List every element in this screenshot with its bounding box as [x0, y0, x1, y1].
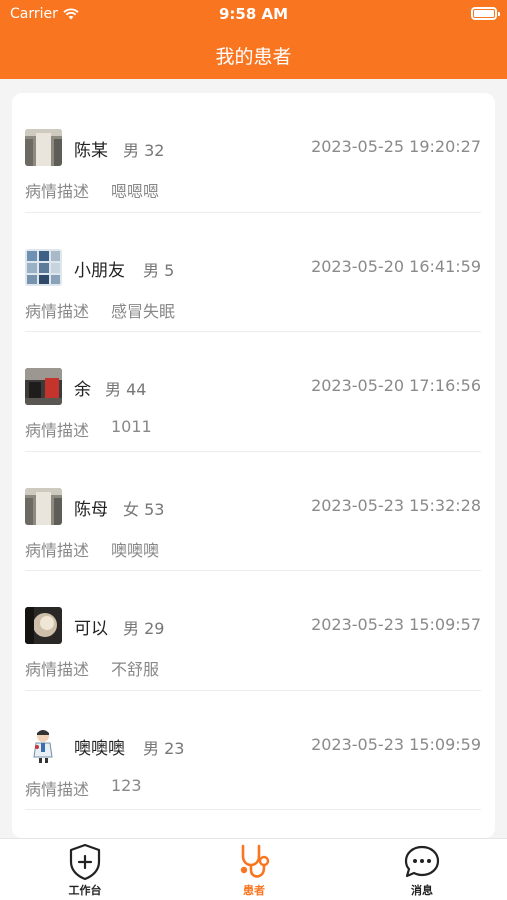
patient-avatar [25, 487, 62, 525]
description-label: 病情描述 [25, 421, 90, 440]
patient-name: 可以 [74, 619, 108, 639]
tab-workbench-label: 工作台 [68, 884, 102, 897]
patient-gender-age: 男 5 [143, 260, 175, 280]
description-label: 病情描述 [25, 540, 90, 560]
patient-name: 小朋友 [74, 260, 125, 281]
tab-patients-label: 患者 [243, 884, 265, 897]
patient-gender-age: 男 23 [143, 738, 185, 758]
patient-date: 2023-05-23 15:32:28 [311, 495, 481, 515]
patient-gender-age: 男 44 [105, 380, 147, 399]
patient-gender-age: 男 32 [123, 141, 165, 160]
description-value: 嗯嗯嗯 [111, 182, 160, 201]
patient-avatar [25, 129, 62, 166]
patient-date: 2023-05-25 19:20:27 [311, 137, 481, 156]
description-label: 病情描述 [25, 182, 90, 201]
patient-list: 陈某 男 32 2023-05-25 19:20:27 病情描述 嗯嗯嗯 小朋友… [12, 93, 495, 838]
tab-messages-label: 消息 [411, 884, 433, 897]
chat-bubble-icon [404, 845, 440, 878]
patient-gender-age: 女 53 [123, 499, 165, 519]
tab-patients[interactable]: 患者 [204, 843, 304, 899]
description-value: 感冒失眠 [111, 301, 176, 321]
description-label: 病情描述 [25, 779, 90, 799]
description-value: 不舒服 [111, 660, 160, 679]
description-label: 病情描述 [25, 301, 90, 321]
patient-row[interactable]: 陈某 男 32 2023-05-25 19:20:27 病情描述 嗯嗯嗯 [25, 93, 481, 213]
patient-row[interactable]: 陈母 女 53 2023-05-23 15:32:28 病情描述 噢噢噢 [25, 452, 481, 571]
description-label: 病情描述 [25, 660, 90, 679]
tab-bar: 工作台 患者 消息 [0, 838, 507, 900]
patient-name: 噢噢噢 [74, 738, 125, 759]
stethoscope-icon [240, 844, 270, 878]
patient-avatar [25, 726, 62, 764]
patient-row[interactable]: 可以 男 29 2023-05-23 15:09:57 病情描述 不舒服 [25, 571, 481, 691]
patient-name: 陈母 [74, 499, 108, 520]
patient-avatar [25, 248, 62, 286]
navigation-bar: Carrier 9:58 AM 我的患者 [0, 0, 507, 79]
tab-workbench[interactable]: 工作台 [35, 843, 135, 899]
patient-date: 2023-05-20 17:16:56 [311, 376, 481, 395]
patient-gender-age: 男 29 [123, 619, 165, 638]
patient-row[interactable]: 小朋友 男 5 2023-05-20 16:41:59 病情描述 感冒失眠 [25, 213, 481, 332]
shield-plus-icon [69, 843, 101, 881]
battery-icon [471, 7, 500, 20]
tab-messages[interactable]: 消息 [372, 843, 472, 899]
patient-row[interactable]: 噢噢噢 男 23 2023-05-23 15:09:59 病情描述 123 [25, 691, 481, 810]
status-bar: Carrier 9:58 AM [0, 0, 507, 30]
page-title: 我的患者 [215, 46, 292, 68]
patient-avatar [25, 368, 62, 405]
patient-name: 余 [74, 380, 91, 400]
patient-avatar [25, 607, 62, 644]
status-time: 9:58 AM [218, 5, 289, 23]
patient-name: 陈某 [74, 141, 108, 161]
description-value: 1011 [111, 417, 152, 436]
patient-date: 2023-05-23 15:09:57 [311, 615, 481, 634]
description-value: 123 [111, 775, 142, 795]
patient-date: 2023-05-20 16:41:59 [311, 256, 481, 276]
patient-date: 2023-05-23 15:09:59 [311, 734, 481, 754]
description-value: 噢噢噢 [111, 540, 160, 560]
patient-row[interactable]: 余 男 44 2023-05-20 17:16:56 病情描述 1011 [25, 332, 481, 452]
